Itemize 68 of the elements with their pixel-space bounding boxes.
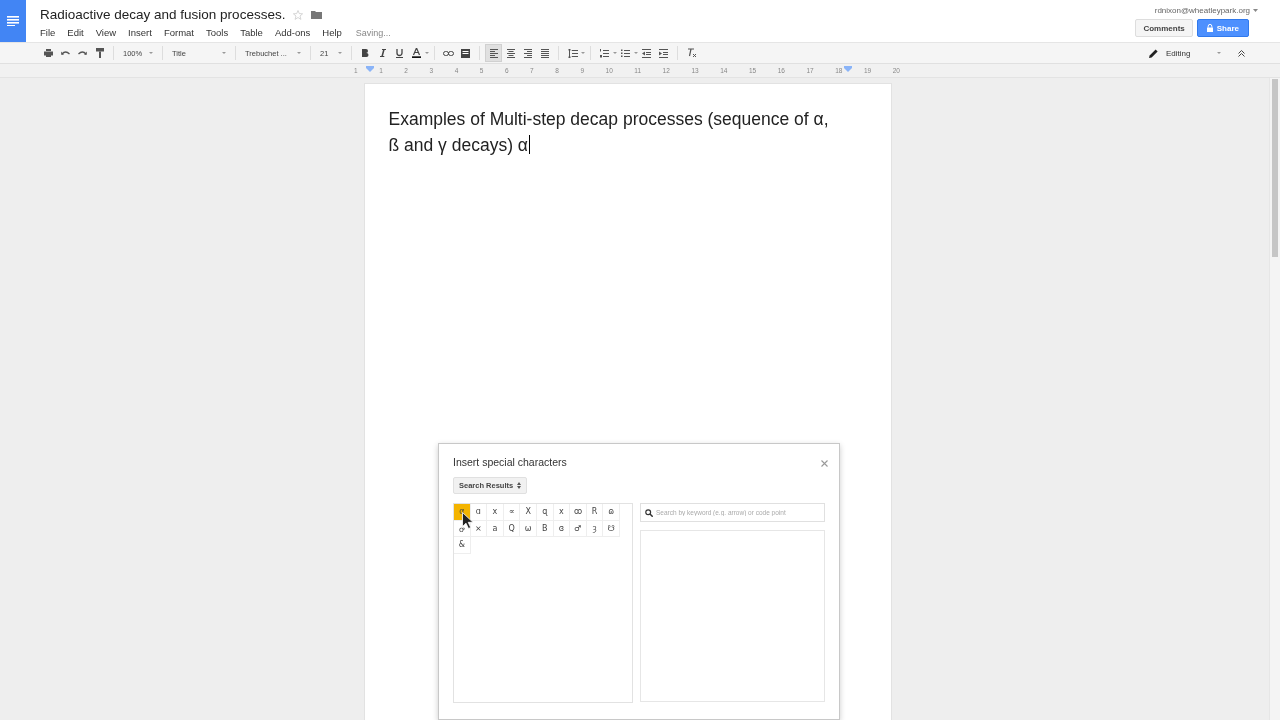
text-cursor [529,135,530,154]
account-email[interactable]: rdnixon@wheatleypark.org [1154,6,1250,15]
sort-arrows-icon [517,482,522,489]
caret-icon [149,52,153,54]
comments-button[interactable]: Comments [1135,19,1193,37]
caret-icon [581,52,585,54]
docs-menu-icon[interactable] [0,0,26,42]
character-cell[interactable]: x [487,504,504,521]
character-cell[interactable]: ꝏ [570,504,587,521]
caret-icon [1217,52,1221,54]
character-cell[interactable]: ɷ [603,504,620,521]
decrease-indent-icon [642,48,651,58]
character-cell[interactable]: & [454,537,471,554]
caret-icon[interactable] [1253,9,1258,12]
menu-item[interactable]: Tools [199,27,235,38]
search-icon [645,509,653,517]
align-justify-icon [540,48,549,58]
comment-icon [461,48,470,58]
menu-item[interactable]: Format [157,27,200,38]
scrollbar-thumb[interactable] [1272,79,1278,257]
undo-icon [61,50,70,56]
bulleted-list-icon [621,48,630,58]
indent-marker-icon[interactable] [366,66,374,72]
editing-mode-dropdown[interactable]: Editing [1145,44,1225,62]
caret-icon [613,52,617,54]
menu-item[interactable]: Edit [61,27,90,38]
menu-item[interactable]: Help [316,27,348,38]
print-icon [44,49,53,57]
caret-icon [634,52,638,54]
star-icon[interactable] [293,9,304,20]
dialog-title: Insert special characters [453,456,567,468]
menu-item[interactable]: Add-ons [268,27,317,38]
clear-formatting-icon [686,48,697,58]
caret-icon [425,52,429,54]
paint-format-icon [95,48,104,58]
bold-icon [362,49,369,57]
menu-item[interactable]: Table [234,27,269,38]
menu-icon [7,16,19,26]
lock-icon [1206,24,1213,32]
menu-item[interactable]: Insert [122,27,158,38]
document-text-line[interactable]: ß and γ decays) α [388,135,528,155]
caret-icon [297,52,301,54]
save-status: Saving... [355,27,391,38]
close-icon [821,460,828,467]
double-chevron-up-icon [1238,49,1245,57]
caret-icon [338,52,342,54]
pencil-icon [1149,48,1158,58]
menu-item[interactable]: File [34,27,62,38]
redo-icon [78,50,87,56]
align-center-icon [506,48,515,58]
numbered-list-icon [600,48,609,58]
link-icon [443,50,454,56]
align-left-button[interactable] [485,44,502,62]
folder-icon[interactable] [311,10,323,19]
mouse-pointer-icon [462,512,473,529]
character-cell[interactable]: X [520,504,537,521]
italic-icon [379,49,386,57]
menu-item[interactable]: View [89,27,123,38]
indent-marker-icon[interactable] [844,66,852,72]
align-left-icon [489,48,498,58]
underline-icon [396,48,403,58]
align-right-icon [523,48,532,58]
increase-indent-icon [659,48,668,58]
document-title[interactable]: Radioactive decay and fusion processes. [40,7,286,22]
line-spacing-icon [567,48,578,58]
document-text-line[interactable]: Examples of Multi-step decap processes (sequence of α, [388,109,829,129]
caret-icon [222,52,226,54]
text-color-icon [412,48,421,58]
